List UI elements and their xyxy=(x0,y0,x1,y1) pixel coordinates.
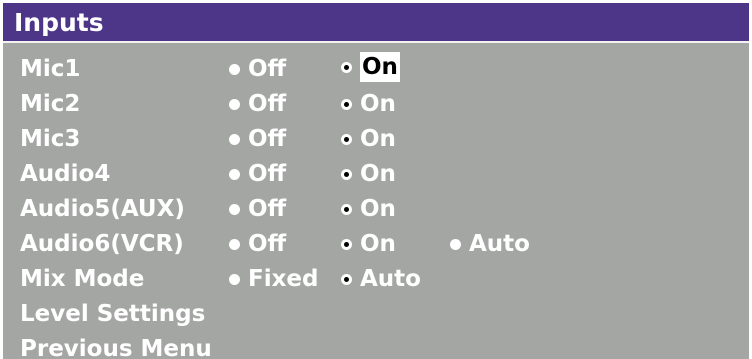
radio-unselected-icon xyxy=(229,169,240,180)
radio-selected-icon xyxy=(341,274,352,285)
option-label: Off xyxy=(248,196,287,222)
option-on[interactable]: On xyxy=(341,122,396,157)
option-label: On xyxy=(360,91,396,117)
option-label: On xyxy=(360,231,396,257)
radio-selected-icon xyxy=(341,99,352,110)
row-label: Mix Mode xyxy=(20,266,145,292)
row-label: Audio4 xyxy=(20,161,111,187)
radio-unselected-icon xyxy=(229,64,240,75)
row-label: Audio5(AUX) xyxy=(20,196,185,222)
menu-row-audio4[interactable]: Audio4 Off On xyxy=(3,157,749,192)
row-label: Audio6(VCR) xyxy=(20,231,184,257)
radio-selected-icon xyxy=(341,134,352,145)
option-auto[interactable]: Auto xyxy=(341,262,421,297)
option-label: On xyxy=(360,161,396,187)
radio-unselected-icon xyxy=(229,239,240,250)
inputs-menu-panel: Inputs Mic1 Off On Mic2 Off On Mic3 Off xyxy=(3,3,749,359)
option-label: Off xyxy=(248,56,287,82)
radio-unselected-icon xyxy=(450,239,461,250)
option-label: Off xyxy=(248,91,287,117)
option-off[interactable]: Off xyxy=(229,157,286,192)
menu-item-level-settings[interactable]: Level Settings xyxy=(3,297,749,332)
row-label: Mic3 xyxy=(20,126,81,152)
option-label: On xyxy=(360,196,396,222)
option-label: Off xyxy=(248,161,287,187)
radio-selected-icon xyxy=(341,204,352,215)
menu-item-previous-menu[interactable]: Previous Menu xyxy=(3,332,749,359)
radio-unselected-icon xyxy=(229,204,240,215)
option-fixed[interactable]: Fixed xyxy=(229,262,319,297)
option-on[interactable]: On xyxy=(341,52,400,82)
radio-selected-icon xyxy=(341,239,352,250)
radio-unselected-icon xyxy=(229,134,240,145)
radio-selected-icon xyxy=(341,169,352,180)
menu-row-mic1[interactable]: Mic1 Off On xyxy=(3,52,749,87)
option-off[interactable]: Off xyxy=(229,87,286,122)
option-label: Auto xyxy=(469,231,530,257)
menu-row-mix-mode[interactable]: Mix Mode Fixed Auto xyxy=(3,262,749,297)
option-label: Off xyxy=(248,126,287,152)
option-on[interactable]: On xyxy=(341,157,396,192)
option-off[interactable]: Off xyxy=(229,192,286,227)
menu-item-label: Previous Menu xyxy=(20,336,212,359)
option-on[interactable]: On xyxy=(341,227,396,262)
radio-unselected-icon xyxy=(229,99,240,110)
option-on[interactable]: On xyxy=(341,192,396,227)
menu-row-mic3[interactable]: Mic3 Off On xyxy=(3,122,749,157)
option-label-focused: On xyxy=(360,52,400,82)
menu-row-audio5-aux[interactable]: Audio5(AUX) Off On xyxy=(3,192,749,227)
radio-unselected-icon xyxy=(229,274,240,285)
option-label: Fixed xyxy=(248,266,319,292)
menu-item-label: Level Settings xyxy=(20,301,206,327)
radio-selected-icon xyxy=(341,61,352,73)
option-off[interactable]: Off xyxy=(229,122,286,157)
option-off[interactable]: Off xyxy=(229,227,286,262)
menu-title: Inputs xyxy=(3,3,749,43)
option-label: Auto xyxy=(360,266,421,292)
option-auto[interactable]: Auto xyxy=(450,227,530,262)
menu-row-mic2[interactable]: Mic2 Off On xyxy=(3,87,749,122)
row-label: Mic1 xyxy=(20,56,81,82)
option-on[interactable]: On xyxy=(341,87,396,122)
menu-row-audio6-vcr[interactable]: Audio6(VCR) Off On Auto xyxy=(3,227,749,262)
option-off[interactable]: Off xyxy=(229,52,286,87)
option-label: Off xyxy=(248,231,287,257)
option-label: On xyxy=(360,126,396,152)
row-label: Mic2 xyxy=(20,91,81,117)
